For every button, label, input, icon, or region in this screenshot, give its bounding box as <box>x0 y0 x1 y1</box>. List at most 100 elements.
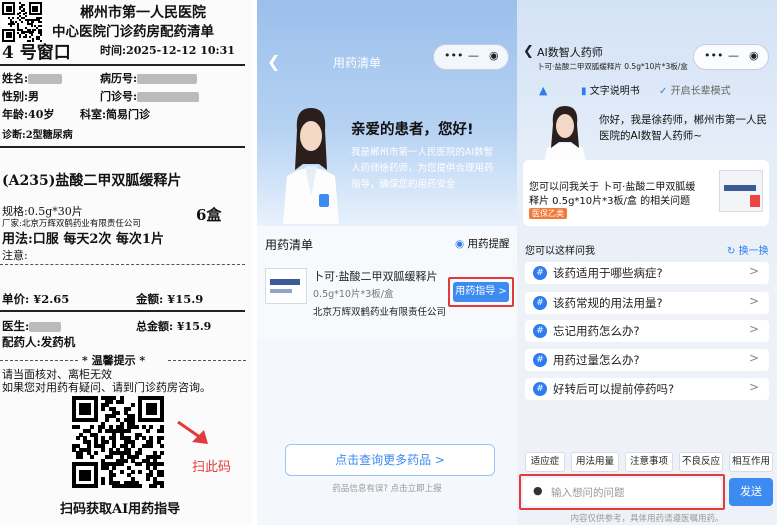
quick-topic-chip[interactable]: 适应症 <box>525 452 565 472</box>
mini-program-capsule[interactable]: ••• — ◉ <box>693 44 769 70</box>
input-placeholder: 输入想问的问题 <box>551 487 625 499</box>
drug-name: (A235)盐酸二甲双胍缓释片 <box>2 173 182 189</box>
medication-guide-button[interactable]: 用药指导 > <box>453 282 509 302</box>
document-icon: ▮ <box>581 86 587 97</box>
reminder-button[interactable]: ◉ 用药提醒 <box>455 236 510 251</box>
drug-name: 卜可·盐酸二甲双胍缓释片 <box>313 270 438 283</box>
manual-button[interactable]: ▮ 文字说明书 <box>581 82 640 97</box>
nav-subtitle: 卜可·盐酸二甲双胍缓释片 0.5g*10片*3板/盒 <box>537 62 688 71</box>
hash-icon: # <box>533 382 547 396</box>
hash-icon: # <box>533 353 547 367</box>
intro-line: 指导，确保您的用药安全 <box>351 179 456 190</box>
divider <box>0 264 245 265</box>
divider <box>0 64 245 66</box>
patient-age: 年龄:40岁 <box>2 108 55 121</box>
scan-caption: 扫码获取AI用药指导 <box>60 502 181 517</box>
list-title: 用药清单 <box>265 238 314 252</box>
hash-icon: # <box>533 324 547 338</box>
intro-line: 我是郴州市第一人民医院的AI数智 <box>351 147 494 158</box>
more-icon[interactable]: ••• <box>704 49 723 62</box>
receipt-header-qr-code <box>2 2 43 43</box>
arrow-icon <box>177 420 208 444</box>
quick-topic-chip[interactable]: 注意事项 <box>625 452 673 472</box>
window-number: 4 号窗口 <box>2 43 71 63</box>
refresh-icon: ↻ <box>727 246 736 257</box>
suggested-question[interactable]: # 忘记用药怎么办? > <box>525 320 769 342</box>
greeting-line: 你好，我是徐药师，郴州市第一人民 <box>599 114 767 126</box>
ai-guide-qr-code[interactable] <box>72 396 165 489</box>
patient-sex: 性别:男 <box>2 90 40 103</box>
send-button[interactable]: 发送 <box>729 478 773 506</box>
ask-intro-line: 释片 0.5g*10片*3板/盒 的相关问题 <box>529 196 691 207</box>
pharmacist-avatar <box>283 108 339 224</box>
refresh-button[interactable]: ↻ 换一换 <box>727 242 769 257</box>
divider <box>0 310 245 312</box>
question-input[interactable]: ● 输入想问的问题 <box>523 478 721 506</box>
speaker-icon[interactable]: ▲ <box>539 84 547 97</box>
greeting-line: 医院的AI数智人药师~ <box>599 130 703 142</box>
drug-spec: 0.5g*10片*3板/盒 <box>313 289 394 300</box>
quick-topic-chip[interactable]: 用法用量 <box>571 452 619 472</box>
divider <box>0 146 245 148</box>
total-amount: 总金额: ¥15.9 <box>136 320 212 333</box>
alarm-icon: ◉ <box>455 238 465 250</box>
drug-box-image <box>265 268 307 304</box>
medication-list-screen: ❮ 用药清单 ••• — ◉ 亲爱的患者，您好! 我是郴州市第一人民医院的AI数… <box>257 0 517 525</box>
nav-title: 用药清单 <box>332 56 381 70</box>
quick-topic-chip[interactable]: 不良反应 <box>679 452 723 472</box>
hospital-name: 郴州市第一人民医院 <box>80 5 206 21</box>
pharmacist-avatar <box>543 106 587 168</box>
insurance-badge: 医保乙类 <box>529 208 567 219</box>
mini-program-capsule[interactable]: ••• — ◉ <box>433 44 509 70</box>
disclaimer: 内容仅供参考，具体用药请遵医嘱用药。 <box>570 514 724 524</box>
report-error-link[interactable]: 药品信息有误? 点击立即上报 <box>257 482 517 494</box>
intro-line: 人药师徐药师，为您提供合理用药 <box>351 163 494 174</box>
chevron-right-icon: > <box>748 322 759 336</box>
greeting: 亲爱的患者，您好! <box>351 122 474 138</box>
close-icon[interactable]: ◉ <box>749 49 759 62</box>
drug-quantity: 6盒 <box>196 206 222 224</box>
more-icon[interactable]: ••• <box>444 49 463 62</box>
chevron-right-icon: > <box>748 380 759 394</box>
chevron-right-icon: > <box>748 264 759 278</box>
nav-title: AI数智人药师 <box>537 46 603 59</box>
drug-maker: 北京万辉双鹤药业有限责任公司 <box>313 307 447 318</box>
close-icon[interactable]: ◉ <box>489 49 499 62</box>
receipt-subtitle: 中心医院门诊药房配药清单 <box>52 24 214 40</box>
chevron-right-icon: > <box>748 351 759 365</box>
drug-info-card: 您可以问我关于 卜可·盐酸二甲双胍缓 释片 0.5g*10片*3板/盒 的相关问… <box>523 160 769 226</box>
divider <box>0 360 78 361</box>
amount: 金额: ¥15.9 <box>136 292 204 306</box>
department: 科室:简易门诊 <box>80 108 151 121</box>
chevron-right-icon: > <box>748 294 759 308</box>
suggested-question[interactable]: # 该药适用于哪些病症? > <box>525 262 769 284</box>
back-icon[interactable]: ❮ <box>523 44 534 59</box>
minimize-icon[interactable]: — <box>468 49 479 62</box>
doctor-name: 医生: <box>2 318 62 334</box>
drug-note: 注意: <box>2 249 28 262</box>
unit-price: 单价: ¥2.65 <box>2 292 70 306</box>
hash-icon: # <box>533 296 547 310</box>
more-drugs-button[interactable]: 点击查询更多药品 > <box>285 444 495 476</box>
minimize-icon[interactable]: — <box>728 49 739 62</box>
tip-line-2: 如果您对用药有疑问、请到门诊药房咨询。 <box>2 381 211 394</box>
patient-name: 姓名: <box>2 70 63 86</box>
receipt-time: 时间:2025-12-12 10:31 <box>100 44 235 57</box>
accessibility-icon: ✓ <box>659 86 668 97</box>
quick-topic-chip[interactable]: 相互作用 <box>729 452 773 472</box>
record-number: 病历号: <box>100 70 198 86</box>
elder-mode-toggle[interactable]: ✓ 开启长辈模式 <box>659 82 731 97</box>
microphone-icon[interactable]: ● <box>533 484 543 497</box>
drug-box-image <box>719 170 763 212</box>
suggested-question[interactable]: # 好转后可以提前停药吗? > <box>525 378 769 400</box>
ai-pharmacist-screen: ❮ AI数智人药师 卜可·盐酸二甲双胍缓释片 0.5g*10片*3板/盒 •••… <box>517 0 777 525</box>
clinic-number: 门诊号: <box>100 88 200 104</box>
suggestion-section-title: 您可以这样问我 <box>525 246 595 257</box>
suggested-question[interactable]: # 该药常规的用法用量? > <box>525 292 769 314</box>
drug-usage: 用法:口服 每天2次 每次1片 <box>2 232 164 247</box>
suggested-question[interactable]: # 用药过量怎么办? > <box>525 349 769 371</box>
ask-intro-line: 您可以问我关于 卜可·盐酸二甲双胍缓 <box>529 182 696 193</box>
divider <box>168 360 246 361</box>
dispenser: 配药人:发药机 <box>2 335 76 349</box>
medication-card: 用药清单 ◉ 用药提醒 卜可·盐酸二甲双胍缓释片 0.5g*10片*3板/盒 北… <box>257 226 517 338</box>
